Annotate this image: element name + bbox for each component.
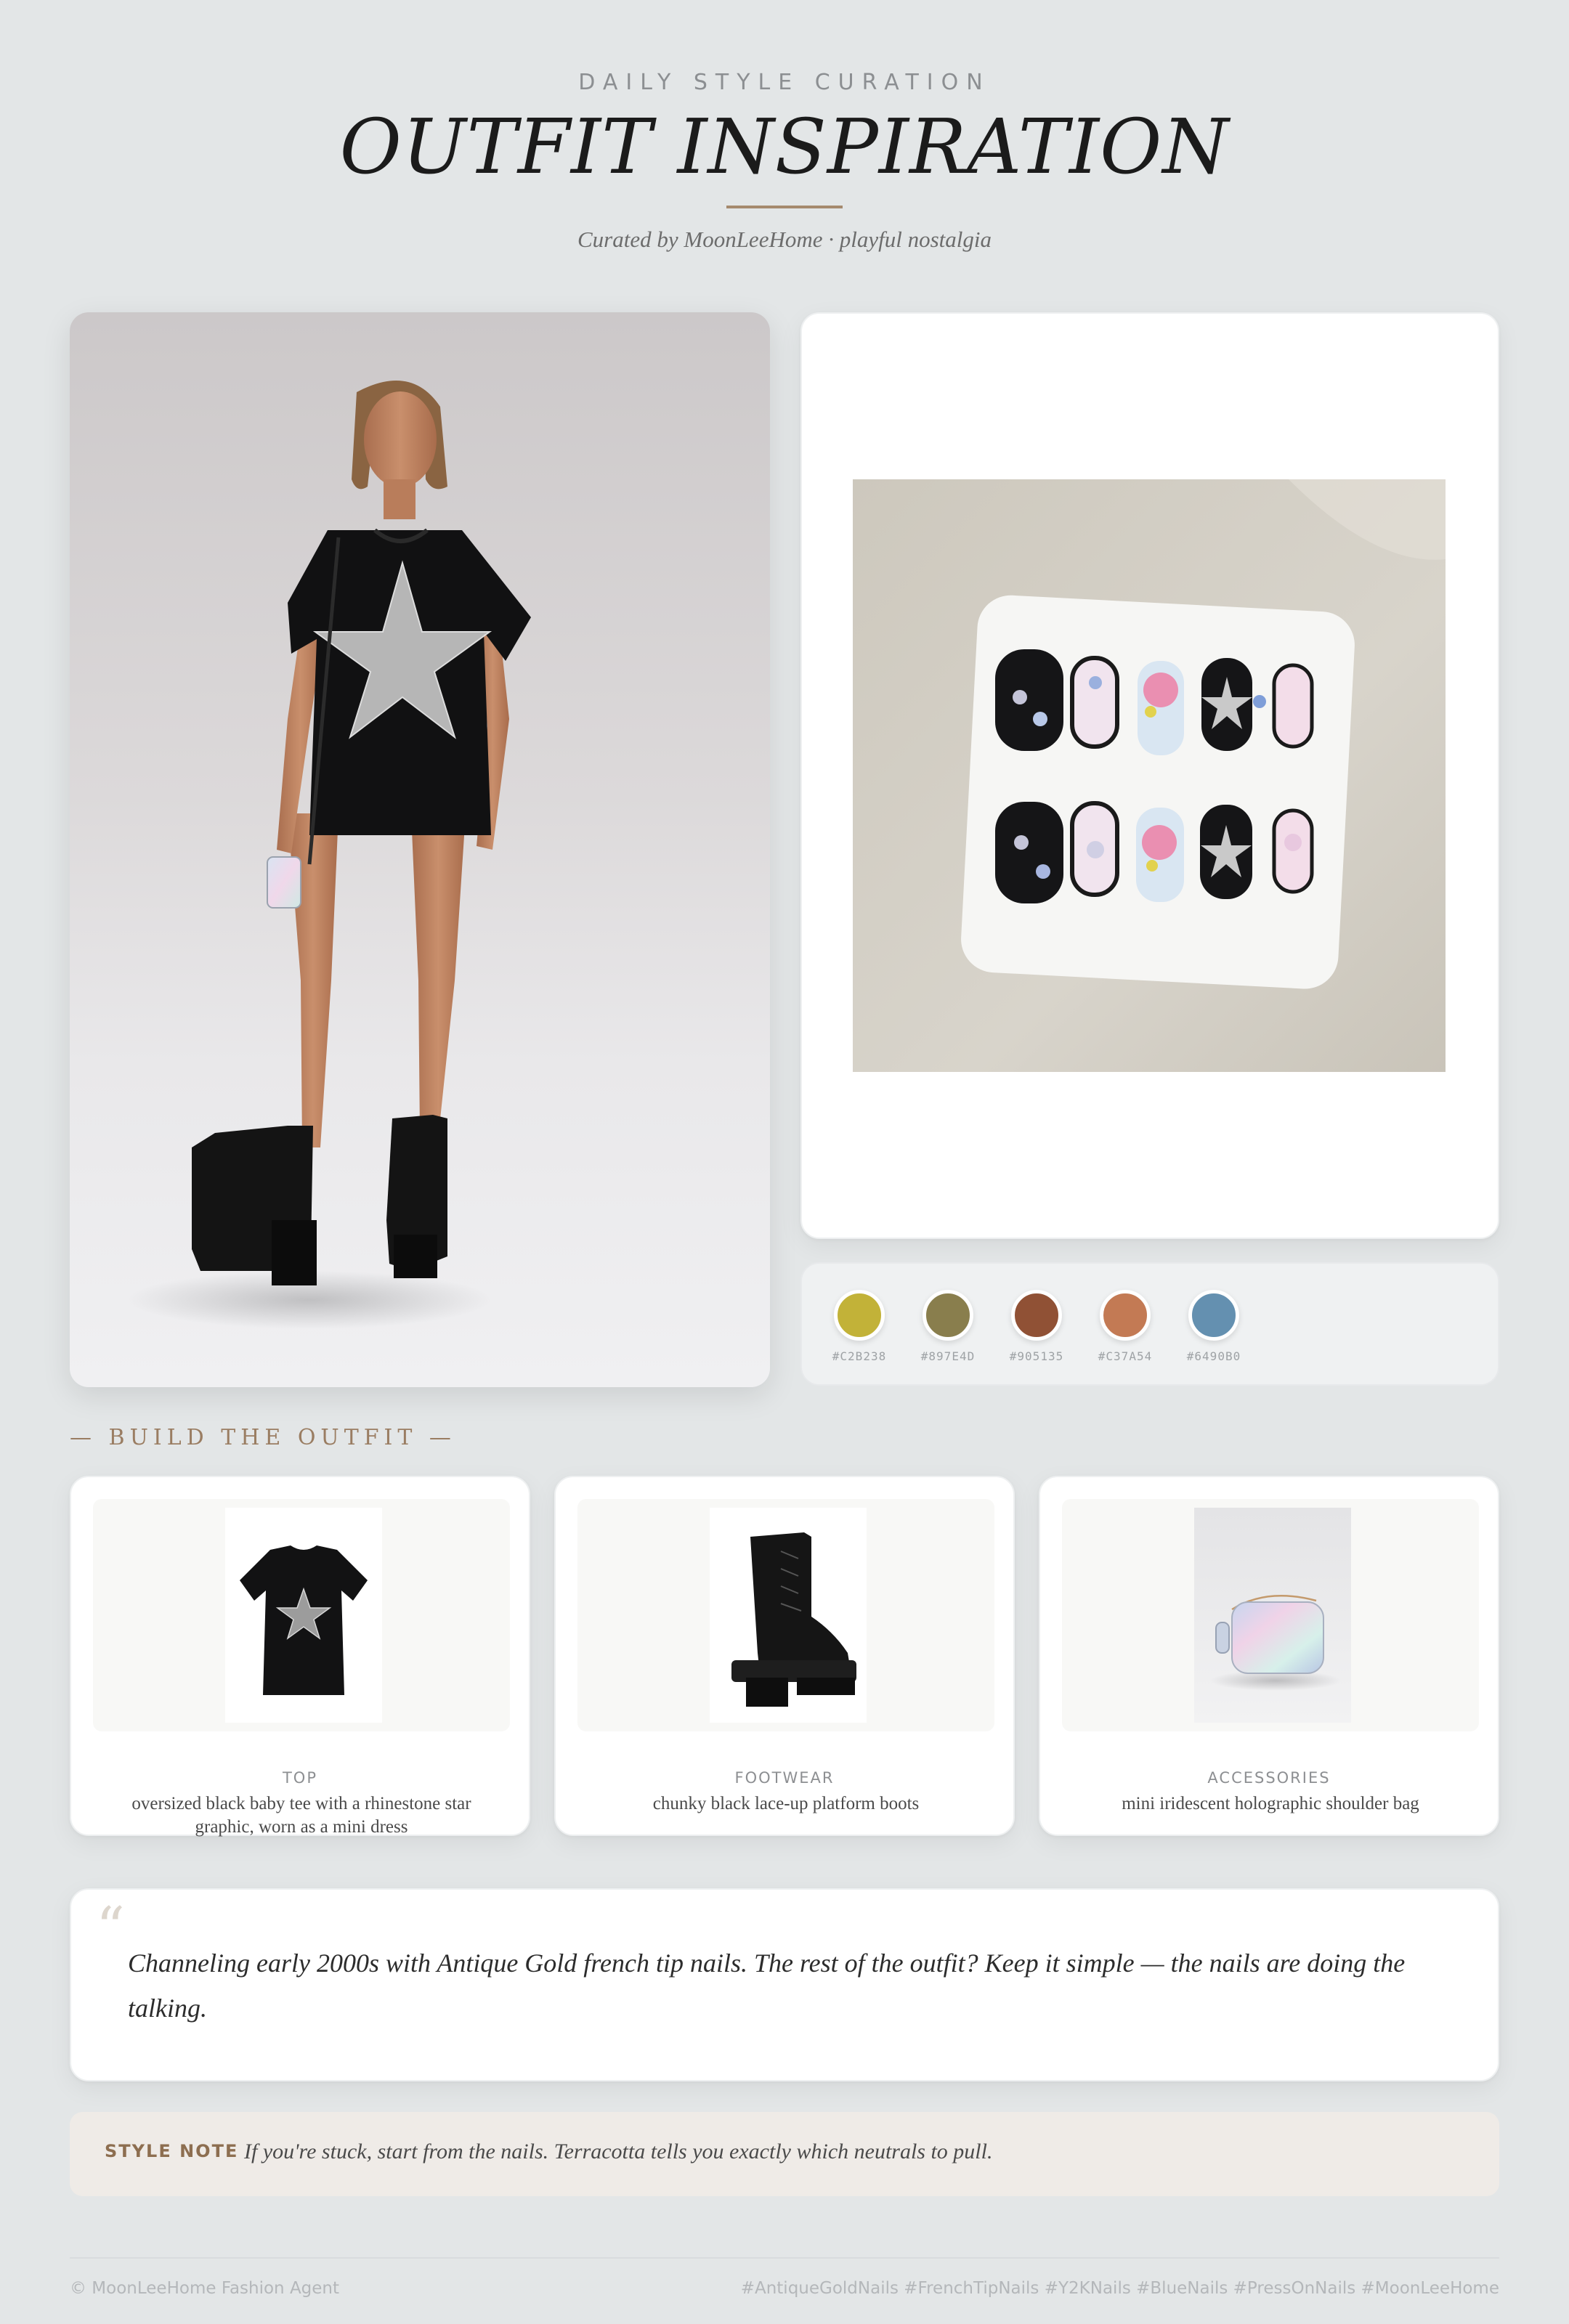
platform-boot-illustration [731,1532,856,1707]
swatch-hex-3: #905135 [1009,1349,1064,1363]
swatch-color-4 [1100,1290,1151,1341]
quote-mark-icon: “ [96,1896,125,1961]
holographic-bag-illustration [1210,1595,1341,1691]
footer-hashtags[interactable]: #AntiqueGoldNails #FrenchTipNails #Y2KNa… [741,2279,1499,2298]
page-eyebrow: DAILY STYLE CURATION [578,70,991,95]
nails-photo [853,479,1446,1072]
swatch-hex-2: #897E4D [920,1349,976,1363]
model-illustration [128,381,531,1329]
item-description: chunky black lace-up platform boots [652,1794,920,1813]
footer-divider [70,2257,1499,2259]
top-product-photo [225,1508,382,1723]
page-subtitle: Curated by MoonLeeHome · playful nostalg… [577,227,992,252]
style-note-label: STYLE NOTE [105,2141,239,2161]
swatch-hex-5: #6490B0 [1186,1349,1241,1363]
item-image-well [1062,1499,1479,1731]
item-description: mini iridescent holographic shoulder bag [1122,1794,1419,1813]
item-card-accessories[interactable]: ACCESSORIES mini iridescent holographic … [1039,1476,1499,1836]
style-note: STYLE NOTE If you're stuck, start from t… [70,2112,1499,2196]
accessory-product-photo [1194,1508,1351,1723]
swatch-color-1 [834,1290,885,1341]
swatch-hex-1: #C2B238 [832,1349,887,1363]
item-card-top[interactable]: TOP oversized black baby tee with a rhin… [70,1476,530,1837]
style-note-text: If you're stuck, start from the nails. T… [244,2140,993,2163]
swatch-color-2 [923,1290,973,1341]
swatch-color-3 [1011,1290,1062,1341]
press-on-nails-illustration [853,479,1446,1072]
hero-outfit-photo [70,312,770,1387]
footwear-product-photo [710,1508,867,1723]
swatch-hex-4: #C37A54 [1098,1349,1153,1363]
build-outfit-heading: — BUILD THE OUTFIT — [70,1425,456,1450]
item-category-label: ACCESSORIES [1207,1769,1331,1787]
color-palette: #C2B238 #897E4D #905135 #C37A54 #6490B0 [800,1262,1499,1386]
footer-copyright: © MoonLeeHome Fashion Agent [70,2279,340,2298]
quote-card: “ Channeling early 2000s with Antique Go… [70,1888,1499,2081]
star-tee-illustration [240,1545,368,1695]
item-category-label: FOOTWEAR [734,1769,835,1787]
item-description: oversized black baby tee with a rhinesto… [131,1794,471,1837]
swatch-color-5 [1188,1290,1239,1341]
item-card-footwear[interactable]: FOOTWEAR chunky black lace-up platform b… [554,1476,1015,1836]
item-image-well [577,1499,994,1731]
quote-text: Channeling early 2000s with Antique Gold… [128,1949,1406,2023]
page-title: OUTFIT INSPIRATION [339,102,1230,191]
item-image-well [93,1499,510,1731]
item-category-label: TOP [282,1769,318,1787]
title-divider [726,206,843,208]
